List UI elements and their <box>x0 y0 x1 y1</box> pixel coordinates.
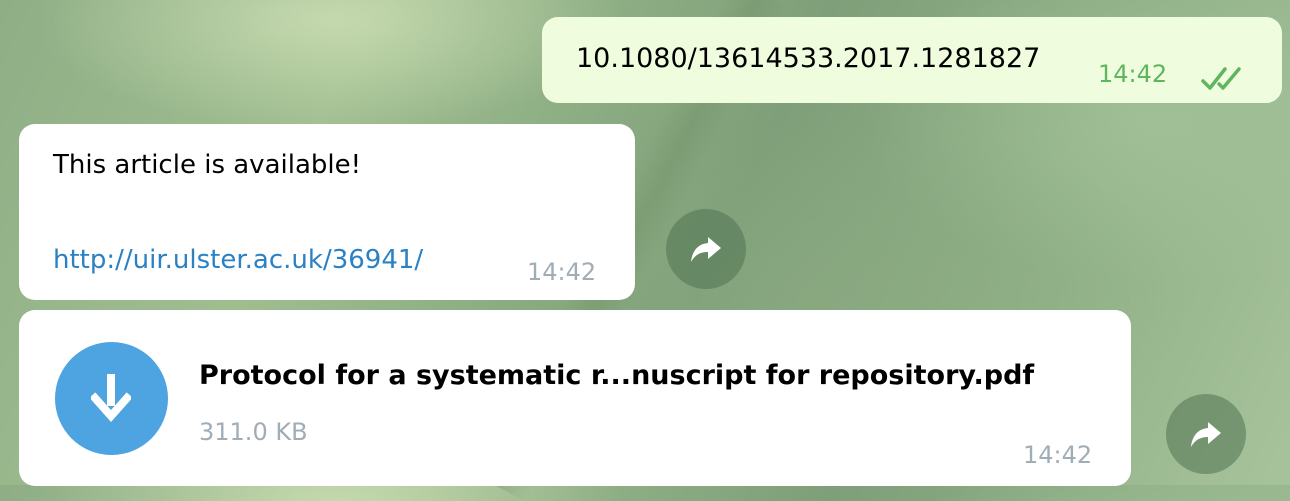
forward-arrow-icon <box>1191 422 1221 447</box>
file-message-time: 14:42 <box>1023 441 1093 469</box>
outgoing-message-text: 10.1080/13614533.2017.1281827 <box>576 43 1041 74</box>
double-check-icon <box>1201 67 1241 90</box>
incoming-message-text: This article is available! <box>53 150 362 180</box>
file-size: 311.0 KB <box>199 418 308 446</box>
outgoing-message-time: 14:42 <box>1098 60 1168 88</box>
forward-button[interactable] <box>666 209 746 289</box>
incoming-link-message-bubble[interactable]: This article is available! http://uir.ul… <box>19 124 635 300</box>
incoming-file-message-bubble[interactable]: Protocol for a systematic r...nuscript f… <box>19 310 1131 486</box>
outgoing-message-bubble[interactable]: 10.1080/13614533.2017.1281827 14:42 <box>542 17 1282 103</box>
forward-button-file[interactable] <box>1166 394 1246 474</box>
forward-arrow-icon <box>691 237 721 262</box>
download-button[interactable] <box>55 342 168 455</box>
download-icon <box>91 374 131 423</box>
article-link[interactable]: http://uir.ulster.ac.uk/36941/ <box>53 245 423 275</box>
incoming-message-time: 14:42 <box>527 258 597 286</box>
file-name[interactable]: Protocol for a systematic r...nuscript f… <box>199 360 1034 391</box>
